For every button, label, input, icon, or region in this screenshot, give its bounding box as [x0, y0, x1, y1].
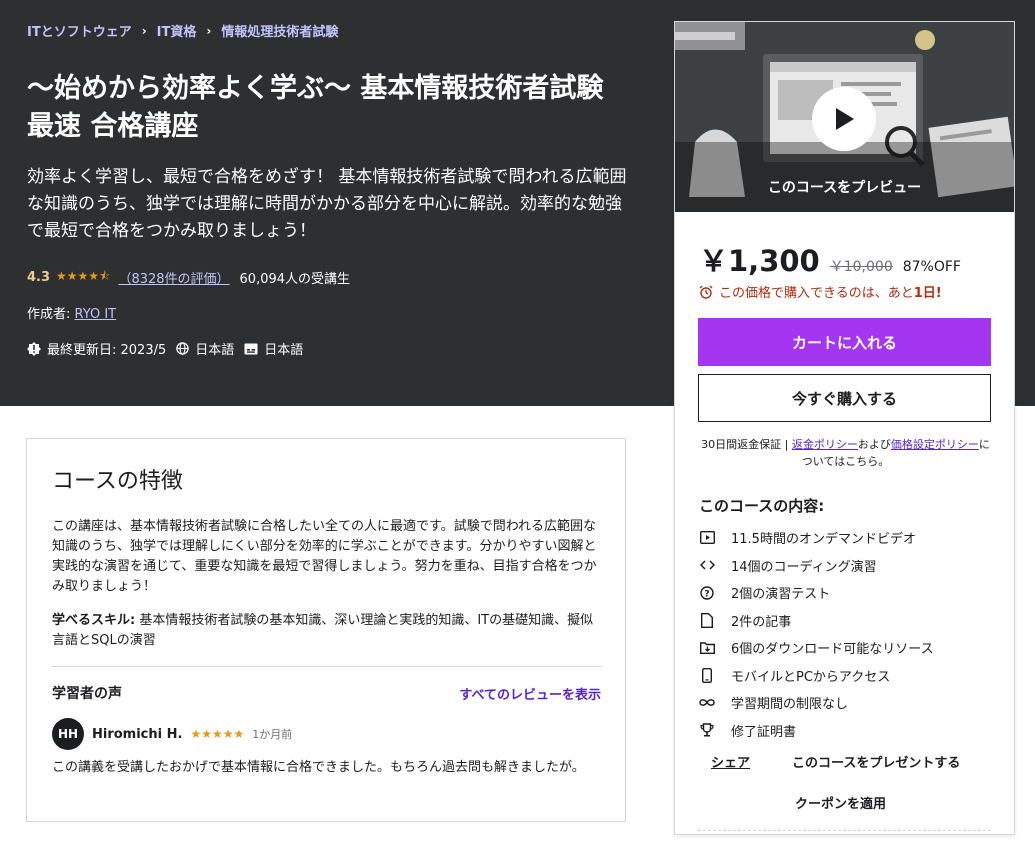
include-label: 6個のダウンロード可能なリソース	[731, 642, 934, 658]
chevron-right-icon: ›	[141, 23, 147, 38]
meta-row: 最終更新日: 2023/5 日本語 日本語	[27, 339, 313, 358]
alert-badge-icon	[27, 341, 41, 356]
avatar: HH	[52, 718, 84, 750]
breadcrumb-item-exam[interactable]: 情報処理技術者試験	[221, 21, 338, 40]
pricing-policy-link[interactable]: 価格設定ポリシー	[891, 438, 979, 451]
author-label: 作成者:	[27, 307, 71, 322]
list-item: 学習期間の制限なし	[699, 689, 992, 717]
play-button[interactable]	[812, 87, 876, 151]
review-text: この講義を受講したおかげで基本情報に合格できました。もちろん過去問も解きましたが…	[52, 760, 585, 775]
original-price: ￥10,000	[829, 259, 893, 275]
rating-row: 4.3 ★★★★⯪ （8328件の評価） 60,094人の受講生	[27, 267, 350, 288]
refund-policy-link[interactable]: 返金ポリシー	[792, 438, 858, 451]
list-item: 14個のコーディング演習	[699, 552, 992, 580]
discount-percent: 87%OFF	[902, 259, 961, 275]
course-title: 〜始めから効率よく学ぶ〜 基本情報技術者試験 最速 合格講座	[27, 73, 604, 142]
question-icon: ?	[699, 585, 715, 601]
rating-stars-icon: ★★★★⯪	[56, 269, 111, 283]
urgency-text: この価格で購入できるのは、あと	[719, 286, 914, 301]
skills-label: 学べるスキル:	[52, 613, 136, 628]
file-icon	[699, 612, 715, 628]
list-item: 2件の記事	[699, 607, 992, 635]
current-price: ￥1,300	[699, 244, 820, 278]
infinity-icon	[699, 695, 715, 711]
show-all-reviews-link[interactable]: すべてのレビューを表示	[459, 684, 601, 703]
share-button[interactable]: シェア	[711, 752, 750, 771]
include-label: 2件の記事	[731, 614, 792, 630]
include-label: 14個のコーディング演習	[731, 559, 877, 575]
skills-text: 学べるスキル: 基本情報技術者試験の基本知識、深い理論と実践的知識、ITの基礎知…	[52, 611, 604, 651]
review-stars-icon: ★★★★★	[190, 727, 245, 741]
refund-and: および	[857, 438, 891, 451]
preview-caption: このコースをプレビュー	[767, 180, 922, 196]
purchase-sidebar: このコースをプレビュー ￥1,300 ￥10,000 87%OFF この価格で購…	[674, 21, 1015, 835]
include-label: モバイルとPCからアクセス	[731, 669, 891, 685]
features-title: コースの特徴	[52, 469, 183, 494]
last-updated: 最終更新日: 2023/5	[27, 339, 166, 358]
mobile-icon	[699, 667, 715, 683]
students-count: 60,094人の受講生	[239, 272, 351, 287]
buy-now-button[interactable]: 今すぐ購入する	[698, 374, 991, 422]
globe-icon	[176, 342, 189, 355]
list-item: 11.5時間のオンデマンドビデオ	[699, 524, 992, 552]
refund-notice: 30日間返金保証 | 返金ポリシーおよび価格設定ポリシーについてはこちら。	[699, 436, 992, 470]
sidebar-links: シェア このコースをプレゼントする	[711, 752, 960, 771]
rating-value: 4.3	[27, 270, 51, 285]
review-time: 1か月前	[252, 728, 293, 741]
add-to-cart-button[interactable]: カートに入れる	[698, 318, 991, 366]
alarm-clock-icon	[699, 285, 713, 299]
course-features-card: コースの特徴 この講座は、基本情報技術者試験に合格したい全ての人に最適です。試験…	[26, 438, 626, 822]
author-row: 作成者: RYO IT	[27, 303, 116, 322]
gift-course-button[interactable]: このコースをプレゼントする	[792, 752, 960, 771]
breadcrumb: ITとソフトウェア › IT資格 › 情報処理技術者試験	[27, 21, 338, 41]
list-item: モバイルとPCからアクセス	[699, 662, 992, 690]
breadcrumb-item-it-certification[interactable]: IT資格	[157, 21, 197, 40]
features-body: この講座は、基本情報技術者試験に合格したい全ての人に最適です。試験で問われる広範…	[52, 519, 597, 594]
chevron-right-icon: ›	[206, 23, 212, 38]
urgency-days: 1日!	[913, 286, 942, 301]
author-link[interactable]: RYO IT	[75, 307, 117, 322]
reviewer-row: HH Hiromichi H. ★★★★★ 1か月前	[52, 718, 292, 750]
course-preview[interactable]: このコースをプレビュー	[675, 22, 1014, 212]
apply-coupon-button[interactable]: クーポンを適用	[795, 793, 886, 812]
divider	[52, 666, 602, 667]
video-icon	[699, 530, 715, 546]
reviewer-name: Hiromichi H.	[92, 726, 183, 742]
closed-captions-icon	[244, 343, 258, 354]
learner-voice-title: 学習者の声	[52, 686, 122, 702]
course-description: 効率よく学習し、最短で合格をめざす！ 基本情報技術者試験で問われる広範囲な知識の…	[27, 167, 627, 241]
coupon-divider	[698, 830, 991, 850]
list-item: 修了証明書	[699, 717, 992, 745]
includes-title: このコースの内容:	[699, 497, 825, 515]
include-label: 学習期間の制限なし	[731, 697, 849, 713]
includes-list: 11.5時間のオンデマンドビデオ 14個のコーディング演習 ? 2個の演習テスト …	[699, 524, 992, 744]
svg-text:?: ?	[704, 589, 709, 599]
captions: 日本語	[244, 339, 303, 358]
captions-text: 日本語	[264, 343, 304, 358]
refund-guarantee: 30日間返金保証 |	[701, 438, 792, 451]
include-label: 2個の演習テスト	[731, 587, 831, 603]
play-icon	[836, 108, 854, 130]
ratings-count-link[interactable]: （8328件の評価）	[118, 268, 229, 287]
include-label: 11.5時間のオンデマンドビデオ	[731, 532, 916, 548]
list-item: 6個のダウンロード可能なリソース	[699, 634, 992, 662]
include-label: 修了証明書	[731, 724, 797, 740]
breadcrumb-item-it-software[interactable]: ITとソフトウェア	[27, 21, 132, 40]
download-icon	[699, 640, 715, 656]
price-urgency: この価格で購入できるのは、あと 1日!	[699, 282, 942, 301]
code-icon	[699, 557, 715, 573]
list-item: ? 2個の演習テスト	[699, 579, 992, 607]
language-text: 日本語	[195, 343, 235, 358]
language: 日本語	[176, 339, 234, 358]
trophy-icon	[699, 722, 715, 738]
price-row: ￥1,300 ￥10,000 87%OFF	[699, 238, 961, 280]
last-updated-text: 最終更新日: 2023/5	[47, 343, 167, 358]
